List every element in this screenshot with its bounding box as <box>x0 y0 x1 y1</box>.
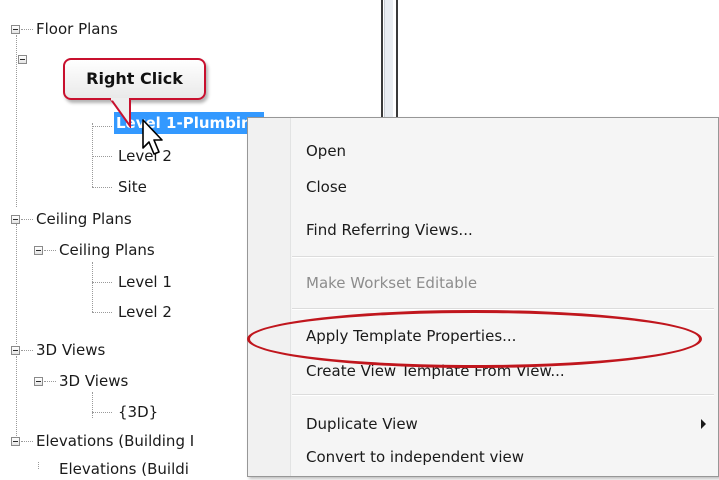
tree-branch-line <box>92 187 112 188</box>
tree-branch-line <box>92 312 112 313</box>
tree-item-ceiling-level2[interactable]: Level 2 <box>116 301 174 323</box>
tree-branch-line <box>21 219 33 220</box>
tree-item-label: Elevations (Buildi <box>59 460 189 478</box>
right-click-callout: Right Click <box>63 58 206 100</box>
context-menu-gutter <box>248 118 291 476</box>
menu-separator <box>292 394 714 396</box>
tree-branch-line <box>92 282 112 283</box>
menu-item-find-referring-views[interactable]: Find Referring Views... <box>306 215 473 245</box>
collapse-toggle-icon[interactable] <box>18 55 27 64</box>
tree-item-3d-views[interactable]: 3D Views <box>34 339 107 361</box>
tree-item-label: Ceiling Plans <box>36 210 132 228</box>
callout-text: Right Click <box>86 69 183 88</box>
mouse-cursor-icon <box>142 119 163 155</box>
tree-branch-line <box>92 412 112 413</box>
tree-item-3d-views-child[interactable]: 3D Views <box>57 370 130 392</box>
context-menu: Open Close Find Referring Views... Make … <box>247 117 719 477</box>
tree-guide-line <box>92 392 93 418</box>
collapse-toggle-icon[interactable] <box>11 346 20 355</box>
tree-item-label: Floor Plans <box>36 20 118 38</box>
tree-guide-line <box>16 35 17 207</box>
highlight-ellipse <box>247 310 702 368</box>
submenu-arrow-icon <box>701 419 706 429</box>
tree-guide-line <box>92 123 93 187</box>
tree-item-label: Ceiling Plans <box>59 241 155 259</box>
collapse-toggle-icon[interactable] <box>11 437 20 446</box>
tree-branch-line <box>21 441 33 442</box>
tree-branch-line <box>44 250 56 251</box>
tree-item-elevations[interactable]: Elevations (Building I <box>34 430 196 452</box>
tree-item-elevations-child[interactable]: Elevations (Buildi <box>57 458 191 480</box>
menu-item-open[interactable]: Open <box>306 136 346 166</box>
tree-branch-line <box>21 29 33 30</box>
tree-item-label: {3D} <box>118 403 159 421</box>
collapse-toggle-icon[interactable] <box>34 377 43 386</box>
tree-item-label: Site <box>118 178 147 196</box>
menu-separator <box>292 256 714 258</box>
tree-item-ceiling-plans-child[interactable]: Ceiling Plans <box>57 239 157 261</box>
tree-item-label: 3D Views <box>36 341 106 359</box>
tree-item-floor-plans[interactable]: Floor Plans <box>34 18 120 40</box>
tree-item-label: Level 2 <box>118 303 172 321</box>
tree-branch-line <box>92 156 112 157</box>
tree-item-ceiling-level1[interactable]: Level 1 <box>116 271 174 293</box>
tree-branch-line <box>44 381 56 382</box>
tree-item-label: 3D Views <box>59 372 129 390</box>
collapse-toggle-icon[interactable] <box>11 215 20 224</box>
tree-guide-line <box>38 462 39 469</box>
menu-item-make-workset-editable: Make Workset Editable <box>306 274 478 292</box>
tree-branch-line <box>21 350 33 351</box>
tree-item-label: Elevations (Building I <box>36 432 195 450</box>
tree-item-label: Level 1 <box>118 273 172 291</box>
tree-item-3d-view[interactable]: {3D} <box>116 401 160 423</box>
menu-item-close[interactable]: Close <box>306 172 347 202</box>
collapse-toggle-icon[interactable] <box>34 246 43 255</box>
menu-item-duplicate-view[interactable]: Duplicate View <box>306 409 418 439</box>
tree-guide-line <box>92 262 93 312</box>
tree-item-ceiling-plans[interactable]: Ceiling Plans <box>34 208 134 230</box>
tree-guide-line <box>16 224 17 344</box>
tree-item-site[interactable]: Site <box>116 176 149 198</box>
collapse-toggle-icon[interactable] <box>11 25 20 34</box>
tree-guide-line <box>16 356 17 436</box>
menu-item-convert-independent[interactable]: Convert to independent view <box>306 442 524 472</box>
